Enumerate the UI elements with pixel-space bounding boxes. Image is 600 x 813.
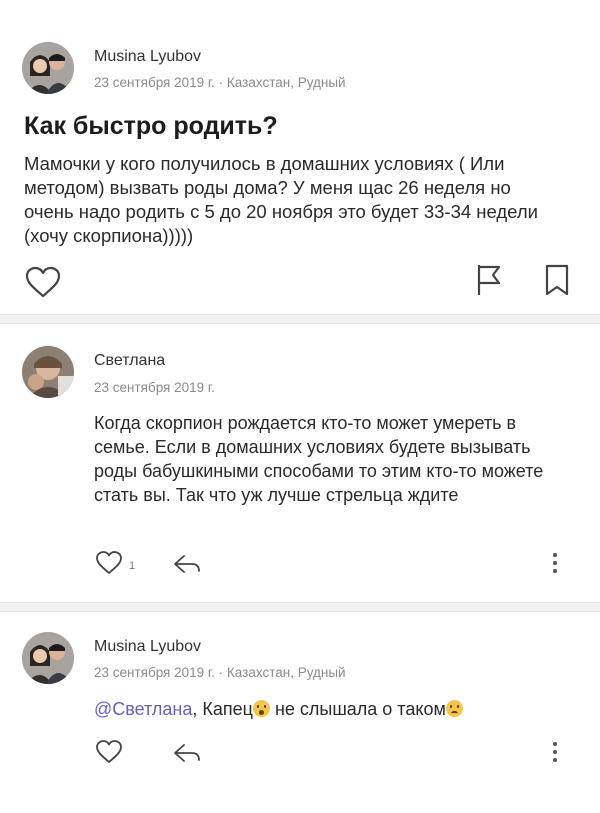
astonished-emoji-icon — [252, 700, 270, 717]
more-vertical-icon[interactable] — [552, 741, 558, 763]
heart-icon[interactable] — [24, 266, 62, 300]
post: Musina Lyubov 23 сентября 2019 г. · Каза… — [0, 0, 600, 318]
post-author[interactable]: Musina Lyubov — [94, 48, 201, 66]
more-vertical-icon[interactable] — [552, 552, 558, 574]
post-meta: 23 сентября 2019 г. · Казахстан, Рудный — [94, 75, 346, 90]
avatar[interactable] — [22, 346, 74, 398]
comment-body: Когда скорпион рождается кто-то может ум… — [94, 413, 544, 505]
comment: Musina Lyubov 23 сентября 2019 г. · Каза… — [0, 612, 600, 813]
sad-emoji-icon — [445, 700, 463, 717]
comment-author[interactable]: Светлана — [94, 352, 165, 370]
avatar[interactable] — [22, 632, 74, 684]
bookmark-icon[interactable] — [544, 264, 570, 296]
comment-author[interactable]: Musina Lyubov — [94, 638, 201, 656]
like-count: 1 — [129, 560, 136, 572]
comment-meta: 23 сентября 2019 г. — [94, 380, 215, 395]
post-title: Как быстро родить? — [24, 112, 278, 140]
reply-arrow-icon[interactable] — [172, 742, 202, 764]
divider — [0, 602, 600, 612]
mention-link[interactable]: @Светлана — [94, 699, 192, 719]
post-body: Мамочки у кого получилось в домашних усл… — [24, 153, 538, 246]
divider — [0, 314, 600, 324]
avatar[interactable] — [22, 42, 74, 94]
flag-icon[interactable] — [475, 263, 505, 297]
comment-meta: 23 сентября 2019 г. · Казахстан, Рудный — [94, 665, 346, 680]
comment-text-part: , Капец — [192, 699, 253, 719]
heart-icon[interactable] — [94, 550, 124, 576]
heart-icon[interactable] — [94, 739, 124, 765]
comment: Светлана 23 сентября 2019 г. Когда скорп… — [0, 324, 600, 604]
comment-body: @Светлана, Капец не слышала о таком — [94, 697, 574, 721]
reply-arrow-icon[interactable] — [172, 553, 202, 575]
comment-text-part: не слышала о таком — [269, 699, 446, 719]
